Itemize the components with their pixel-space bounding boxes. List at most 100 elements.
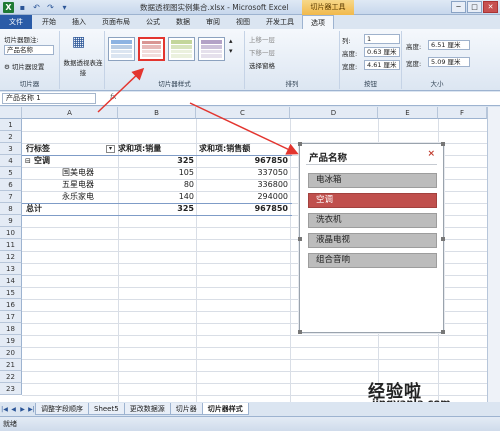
sheet-tab-active[interactable]: 切片器样式 — [201, 403, 249, 415]
slicer-style-red[interactable] — [138, 37, 165, 61]
group-label: 空调 — [34, 156, 50, 165]
fx-icon[interactable]: fx — [110, 93, 117, 101]
row-header[interactable]: 14 — [0, 275, 22, 287]
slicer-item-audio-system[interactable]: 组合音响 — [308, 253, 437, 268]
row-header[interactable]: 9 — [0, 215, 22, 227]
collapse-icon[interactable]: ⊟ — [25, 155, 31, 167]
customize-qat-icon[interactable]: ▾ — [59, 2, 70, 13]
sheet-tab[interactable]: 更改数据源 — [123, 403, 171, 415]
tab-view[interactable]: 视图 — [228, 15, 258, 29]
sheet-tab[interactable]: 切片器 — [169, 403, 203, 415]
clear-filter-icon[interactable]: ⨯ — [427, 149, 435, 159]
row-header[interactable]: 15 — [0, 287, 22, 299]
maximize-button[interactable]: □ — [467, 1, 482, 13]
button-width-input[interactable]: 4.61 厘米 — [364, 60, 400, 70]
column-header-c[interactable]: C — [196, 107, 290, 119]
tab-data[interactable]: 数据 — [168, 15, 198, 29]
tab-insert[interactable]: 插入 — [64, 15, 94, 29]
formula-bar: 产品名称 1 fx — [0, 92, 500, 106]
select-all-corner[interactable] — [0, 107, 22, 119]
row-header[interactable]: 16 — [0, 299, 22, 311]
sheet-tab[interactable]: 调整字段顺序 — [35, 403, 89, 415]
row-header[interactable]: 10 — [0, 227, 22, 239]
styles-scroll-up-icon[interactable]: ▴ — [229, 37, 233, 45]
slicer-product-name[interactable]: 产品名称 ⨯ 电冰箱 空调 洗衣机 液晶电视 组合音响 — [298, 142, 445, 334]
slicer-title: 产品名称 — [309, 153, 348, 164]
row-header[interactable]: 23 — [0, 383, 22, 395]
slicer-height-input[interactable]: 6.51 厘米 — [428, 40, 470, 50]
slicer-settings-button[interactable]: ⚙ 切片器设置 — [4, 61, 44, 71]
row-header[interactable]: 13 — [0, 263, 22, 275]
resize-handle[interactable] — [441, 142, 445, 146]
row-header[interactable]: 8 — [0, 203, 22, 215]
row-header[interactable]: 11 — [0, 239, 22, 251]
row-header[interactable]: 3 — [0, 143, 22, 155]
pivot-connections-button[interactable]: 数据透视表连接 — [62, 57, 104, 77]
resize-handle[interactable] — [441, 237, 445, 241]
filter-dropdown-icon[interactable]: ▾ — [106, 145, 115, 153]
resize-handle[interactable] — [298, 330, 302, 334]
row-header[interactable]: 19 — [0, 335, 22, 347]
sheet-tab[interactable]: Sheet5 — [88, 403, 125, 415]
name-box[interactable]: 产品名称 1 — [2, 93, 96, 104]
resize-handle[interactable] — [298, 142, 302, 146]
slicer-style-blue[interactable] — [108, 37, 135, 61]
send-backward-button[interactable]: 下移一层 — [249, 47, 275, 57]
title-bar: X ▪ ↶ ↷ ▾ 数据透视图实例集合.xlsx - Microsoft Exc… — [0, 0, 500, 15]
columns-input[interactable]: 1 — [364, 34, 400, 44]
tab-home[interactable]: 开始 — [34, 15, 64, 29]
button-height-input[interactable]: 0.63 厘米 — [364, 47, 400, 57]
next-sheet-icon[interactable]: ▶ — [18, 405, 27, 414]
column-header-f[interactable]: F — [438, 107, 487, 119]
row-header[interactable]: 7 — [0, 191, 22, 203]
column-header-a[interactable]: A — [22, 107, 118, 119]
slicer-item-washing-machine[interactable]: 洗衣机 — [308, 213, 437, 228]
slicer-caption-input[interactable]: 产品名称 — [4, 45, 54, 55]
save-icon[interactable]: ▪ — [17, 2, 28, 13]
quick-access-toolbar: X ▪ ↶ ↷ ▾ — [3, 2, 70, 13]
row-header[interactable]: 22 — [0, 371, 22, 383]
tab-file[interactable]: 文件 — [0, 15, 32, 29]
prev-sheet-icon[interactable]: ◀ — [9, 405, 18, 414]
column-header-e[interactable]: E — [378, 107, 438, 119]
slicer-style-purple[interactable] — [198, 37, 225, 61]
column-header-b[interactable]: B — [118, 107, 196, 119]
tab-page-layout[interactable]: 页面布局 — [94, 15, 138, 29]
status-text: 就绪 — [3, 420, 17, 428]
slicer-style-green[interactable] — [168, 37, 195, 61]
first-sheet-icon[interactable]: |◀ — [0, 405, 9, 414]
redo-icon[interactable]: ↷ — [45, 2, 56, 13]
slicer-width-input[interactable]: 5.09 厘米 — [428, 57, 470, 67]
row-header[interactable]: 21 — [0, 359, 22, 371]
row-header[interactable]: 17 — [0, 311, 22, 323]
resize-handle[interactable] — [298, 237, 302, 241]
column-header-d[interactable]: D — [290, 107, 378, 119]
tab-formulas[interactable]: 公式 — [138, 15, 168, 29]
button-width-label: 宽度: — [342, 63, 358, 71]
row-header[interactable]: 12 — [0, 251, 22, 263]
bring-forward-button[interactable]: 上移一层 — [249, 34, 275, 44]
selection-pane-button[interactable]: 选择窗格 — [249, 60, 275, 70]
slicer-group-label: 切片器 — [19, 80, 40, 88]
row-header[interactable]: 1 — [0, 119, 22, 131]
styles-scroll-down-icon[interactable]: ▾ — [229, 47, 233, 55]
row-header[interactable]: 6 — [0, 179, 22, 191]
vertical-scrollbar[interactable] — [487, 107, 500, 402]
slicer-item-lcd-tv[interactable]: 液晶电视 — [308, 233, 437, 248]
resize-handle[interactable] — [441, 330, 445, 334]
slicer-item-air-conditioner[interactable]: 空调 — [308, 193, 437, 208]
tab-developer[interactable]: 开发工具 — [258, 15, 302, 29]
slicer-caption-label: 切片器题注: — [4, 36, 39, 44]
tab-review[interactable]: 审阅 — [198, 15, 228, 29]
row-header[interactable]: 5 — [0, 167, 22, 179]
gridline — [22, 347, 487, 348]
undo-icon[interactable]: ↶ — [31, 2, 42, 13]
tab-options[interactable]: 选项 — [302, 15, 334, 30]
minimize-button[interactable]: ─ — [451, 1, 466, 13]
row-header[interactable]: 18 — [0, 323, 22, 335]
slicer-item-fridge[interactable]: 电冰箱 — [308, 173, 437, 188]
row-header[interactable]: 20 — [0, 347, 22, 359]
row-header[interactable]: 4 — [0, 155, 22, 167]
close-button[interactable]: ✕ — [483, 1, 498, 13]
row-header[interactable]: 2 — [0, 131, 22, 143]
